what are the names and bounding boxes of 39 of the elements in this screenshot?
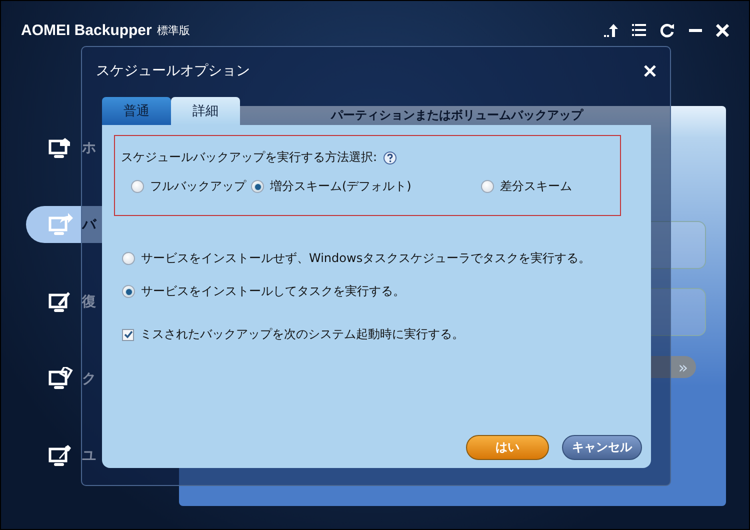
sidebar-item[interactable]: 復 xyxy=(26,283,136,320)
radio-button[interactable] xyxy=(481,180,494,193)
dialog-title: スケジュールオプション xyxy=(96,62,250,80)
app-title: AOMEI Backupper xyxy=(21,22,152,38)
upload-icon[interactable] xyxy=(604,22,618,38)
minimize-icon[interactable] xyxy=(689,28,702,32)
sidebar-item[interactable]: ク xyxy=(26,360,136,397)
menu-icon[interactable] xyxy=(632,24,646,36)
radio-label: 増分スキーム(デフォルト) xyxy=(270,178,412,195)
sidebar-item[interactable]: ユ xyxy=(26,437,136,474)
sidebar-label: ホ xyxy=(82,138,96,156)
refresh-icon[interactable] xyxy=(660,22,675,38)
radio-label: フルバックアップ xyxy=(150,178,246,195)
backup-icon xyxy=(48,212,74,236)
radio-button[interactable] xyxy=(122,252,135,265)
checkbox[interactable] xyxy=(122,328,134,340)
radio-label: サービスをインストールしてタスクを実行する。 xyxy=(141,283,405,300)
checkbox-label: ミスされたバックアップを次のシステム起動時に実行する。 xyxy=(140,326,464,343)
radio-button[interactable] xyxy=(131,180,144,193)
sidebar-label: ユ xyxy=(82,446,96,464)
cancel-button[interactable]: キャンセル xyxy=(562,435,642,460)
sidebar-label: ク xyxy=(82,370,96,388)
clone-icon xyxy=(48,366,74,390)
close-icon[interactable] xyxy=(644,65,656,77)
method-label: スケジュールバックアップを実行する方法選択: xyxy=(121,149,378,166)
tools-icon xyxy=(48,444,74,468)
radio-button[interactable] xyxy=(251,180,264,193)
help-icon[interactable] xyxy=(383,150,398,164)
tab[interactable]: 詳細 xyxy=(171,97,240,125)
sidebar-label: 復 xyxy=(82,292,96,310)
edition-label: 標準版 xyxy=(156,22,190,38)
sidebar-label: バ xyxy=(82,216,96,234)
yes-button[interactable]: はい xyxy=(466,435,549,460)
tab[interactable]: 普通 xyxy=(102,97,171,125)
panel-title: パーティションまたはボリュームバックアップ xyxy=(331,108,583,122)
radio-label: 差分スキーム xyxy=(500,178,572,195)
radio-label: サービスをインストールせず、Windowsタスクスケジューラでタスクを実行する。 xyxy=(141,250,591,267)
close-icon[interactable] xyxy=(716,24,729,36)
radio-button[interactable] xyxy=(122,285,135,298)
